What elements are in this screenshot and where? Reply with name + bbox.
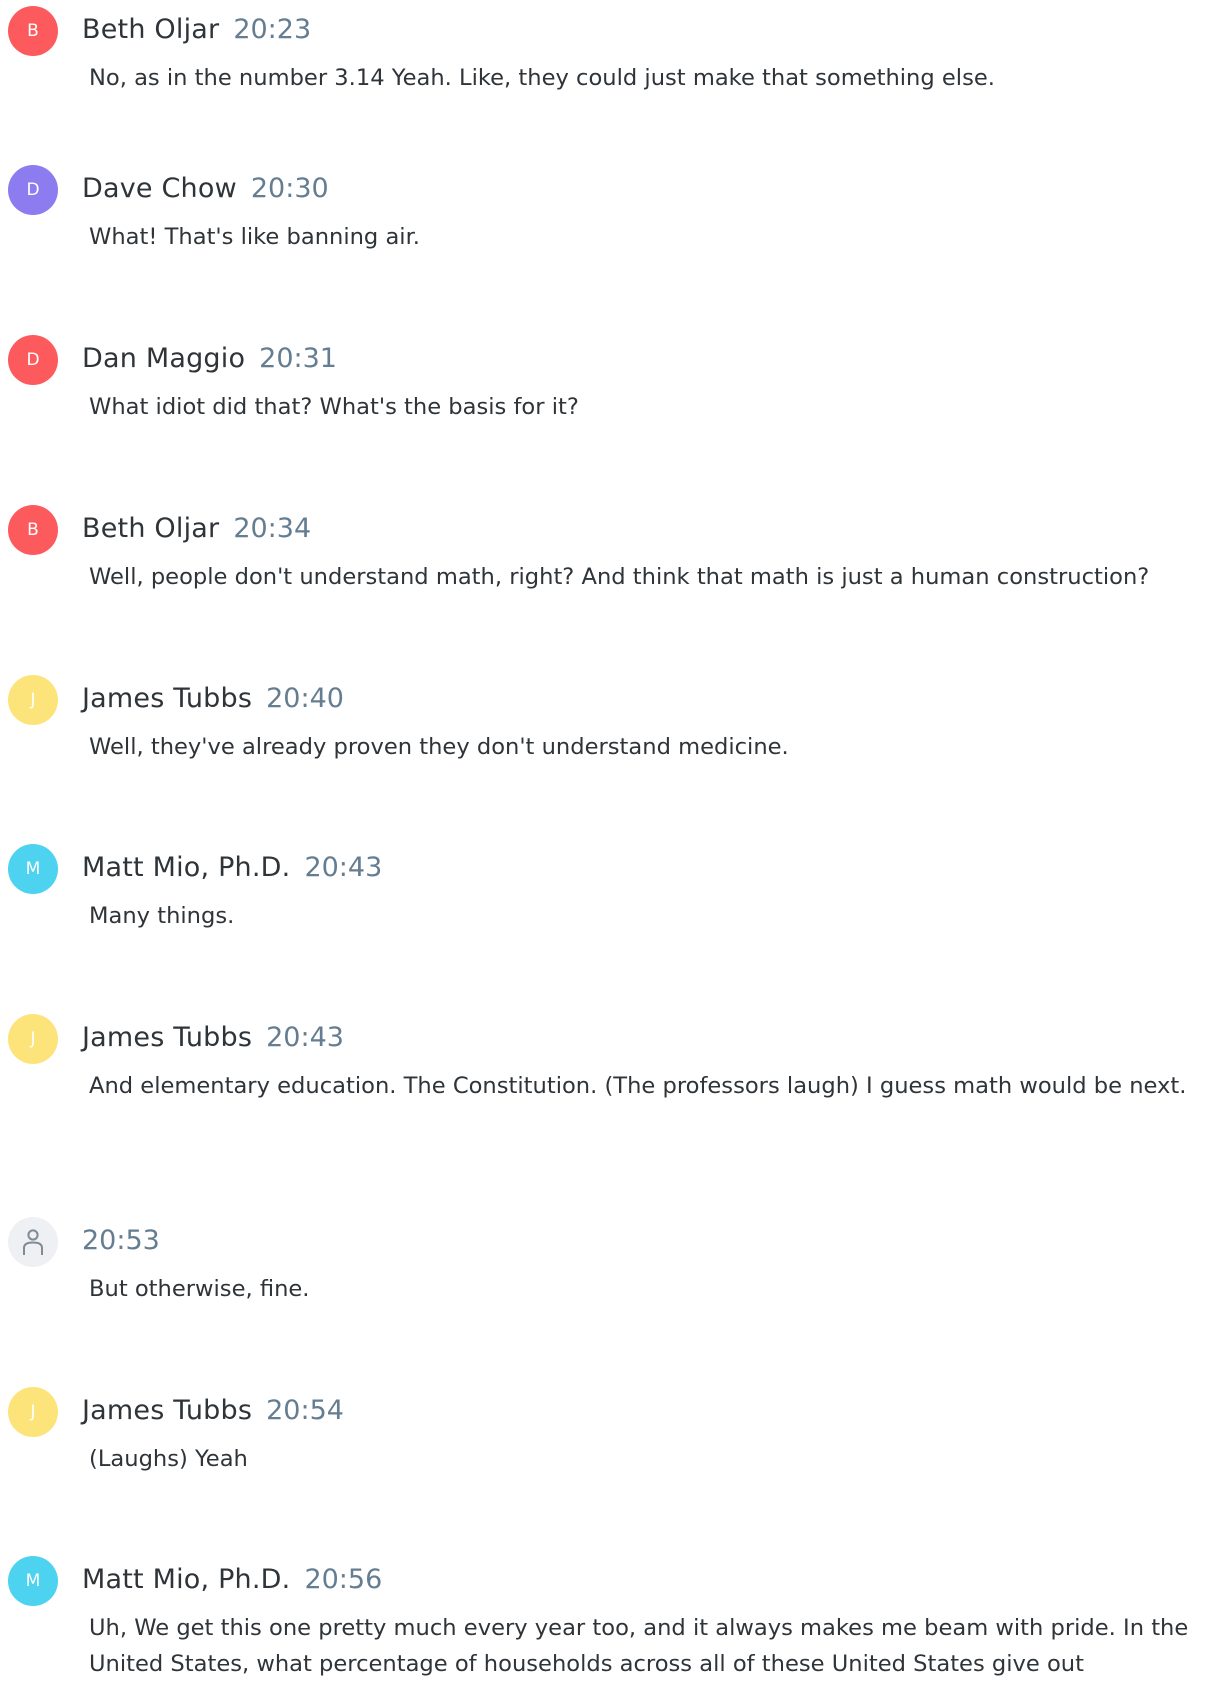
message-text: What! That's like banning air.	[89, 224, 420, 250]
avatar: D	[8, 335, 58, 385]
avatar: M	[8, 844, 58, 894]
avatar: J	[8, 675, 58, 725]
message-header: Matt Mio, Ph.D. 20:43	[82, 852, 382, 888]
message-text: (Laughs) Yeah	[89, 1446, 248, 1472]
message-text: Uh, We get this one pretty much every ye…	[89, 1615, 1189, 1677]
message-header: Dan Maggio 20:31	[82, 343, 337, 379]
person-icon	[23, 1229, 43, 1255]
avatar: J	[8, 1014, 58, 1064]
avatar: D	[8, 165, 58, 215]
speaker-name: James Tubbs	[82, 1395, 253, 1426]
message-text: Well, people don't understand math, righ…	[89, 564, 1150, 590]
speaker-name: James Tubbs	[82, 1022, 253, 1053]
message-header: Dave Chow 20:30	[82, 173, 329, 209]
message-header: James Tubbs 20:43	[82, 1022, 344, 1058]
message-text: Many things.	[89, 903, 235, 929]
message-header: Matt Mio, Ph.D. 20:56	[82, 1564, 382, 1600]
timestamp[interactable]: 20:31	[259, 343, 337, 374]
speaker-name: Beth Oljar	[82, 14, 220, 45]
message-header: 20:53	[82, 1225, 160, 1261]
avatar: M	[8, 1556, 58, 1606]
message-text: But otherwise, fine.	[89, 1276, 310, 1302]
timestamp[interactable]: 20:53	[82, 1225, 160, 1256]
timestamp[interactable]: 20:30	[251, 173, 329, 204]
avatar: B	[8, 6, 58, 56]
speaker-name: Matt Mio, Ph.D.	[82, 852, 291, 883]
speaker-name: James Tubbs	[82, 683, 253, 714]
timestamp[interactable]: 20:43	[266, 1022, 344, 1053]
message-text: And elementary education. The Constituti…	[89, 1073, 1187, 1099]
avatar: J	[8, 1387, 58, 1437]
avatar: B	[8, 505, 58, 555]
message-header: James Tubbs 20:54	[82, 1395, 344, 1431]
message-header: James Tubbs 20:40	[82, 683, 344, 719]
message-text: What idiot did that? What's the basis fo…	[89, 394, 579, 420]
timestamp[interactable]: 20:40	[266, 683, 344, 714]
message-header: Beth Oljar 20:34	[82, 513, 311, 549]
speaker-name: Matt Mio, Ph.D.	[82, 1564, 291, 1595]
timestamp[interactable]: 20:23	[233, 14, 311, 45]
avatar	[8, 1217, 58, 1267]
timestamp[interactable]: 20:43	[304, 852, 382, 883]
timestamp[interactable]: 20:34	[233, 513, 311, 544]
timestamp[interactable]: 20:54	[266, 1395, 344, 1426]
speaker-name: Dave Chow	[82, 173, 237, 204]
message-header: Beth Oljar 20:23	[82, 14, 311, 50]
speaker-name: Beth Oljar	[82, 513, 220, 544]
message-text: Well, they've already proven they don't …	[89, 734, 789, 760]
message-text: No, as in the number 3.14 Yeah. Like, th…	[89, 65, 995, 91]
timestamp[interactable]: 20:56	[304, 1564, 382, 1595]
speaker-name: Dan Maggio	[82, 343, 246, 374]
